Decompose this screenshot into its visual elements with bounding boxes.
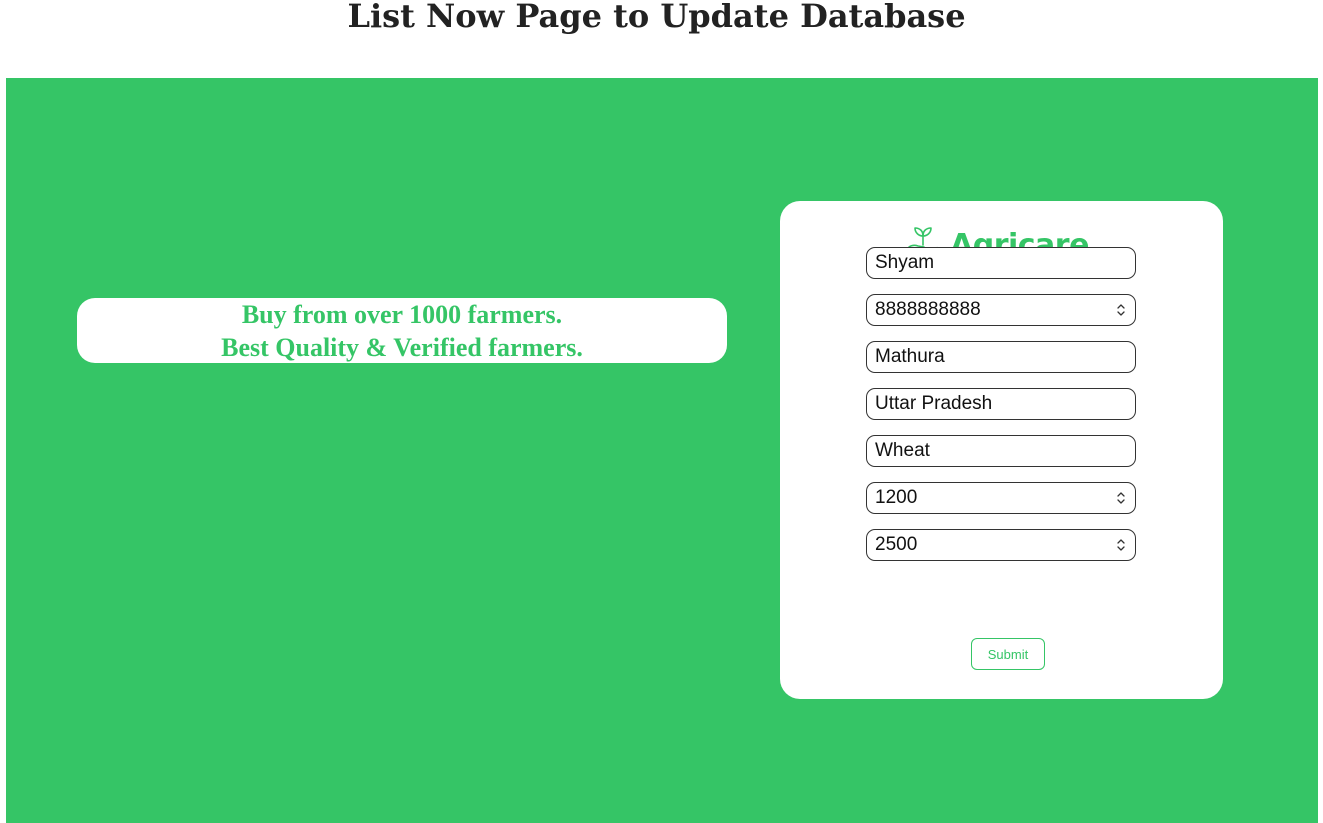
quantity-input[interactable]: 1200 (866, 482, 1136, 514)
city-input[interactable]: Mathura (866, 341, 1136, 373)
state-value: Uttar Pradesh (875, 393, 993, 414)
city-value: Mathura (875, 346, 945, 367)
stepper-icon[interactable] (1115, 489, 1127, 507)
farmer-name-input[interactable]: Shyam (866, 247, 1136, 279)
submit-button[interactable]: Submit (971, 638, 1045, 670)
hero-section: Buy from over 1000 farmers. Best Quality… (6, 78, 1318, 823)
price-input[interactable]: 2500 (866, 529, 1136, 561)
price-value: 2500 (875, 534, 918, 555)
tagline-box: Buy from over 1000 farmers. Best Quality… (77, 298, 727, 363)
state-input[interactable]: Uttar Pradesh (866, 388, 1136, 420)
farmer-name-value: Shyam (875, 252, 935, 273)
tagline-line-2: Best Quality & Verified farmers. (221, 333, 583, 362)
tagline-line-1: Buy from over 1000 farmers. (241, 300, 563, 329)
crop-value: Wheat (875, 440, 930, 461)
listing-form-card: Agricare Shyam 8888888888 Mathura Uttar … (780, 201, 1223, 699)
quantity-value: 1200 (875, 487, 918, 508)
stepper-icon[interactable] (1115, 536, 1127, 554)
stepper-icon[interactable] (1115, 301, 1127, 319)
phone-number-value: 8888888888 (875, 299, 981, 320)
page-title: List Now Page to Update Database (347, 0, 966, 35)
crop-input[interactable]: Wheat (866, 435, 1136, 467)
phone-number-input[interactable]: 8888888888 (866, 294, 1136, 326)
